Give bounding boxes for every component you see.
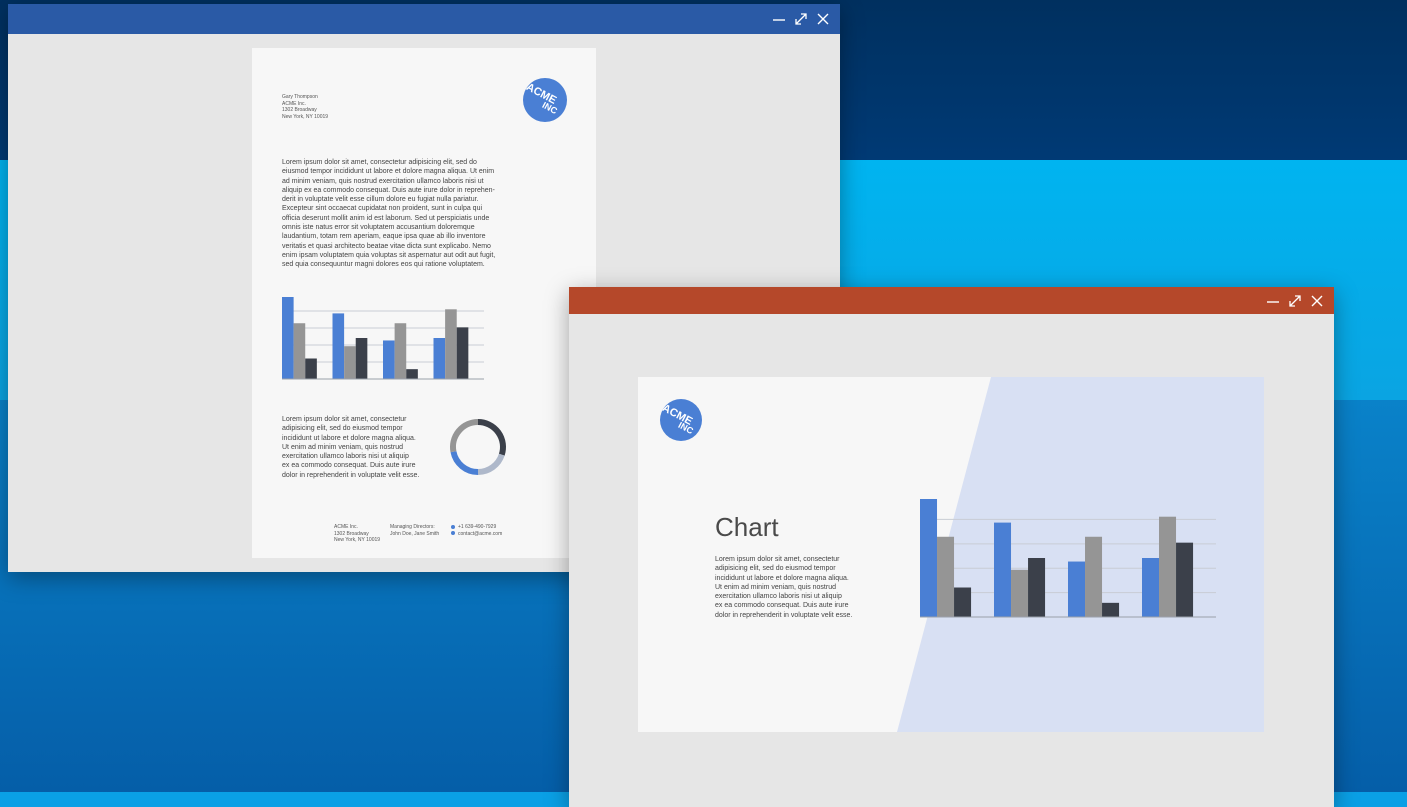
bar: [1011, 569, 1029, 617]
bar: [433, 338, 446, 379]
close-icon[interactable]: [1310, 294, 1324, 308]
acme-logo: ACME INC: [523, 78, 567, 122]
bar: [1102, 602, 1120, 617]
text-line: ex ea commodo consequat. Duis aute irure: [282, 462, 416, 470]
bar: [1085, 536, 1103, 617]
document-bar-chart: [282, 297, 484, 380]
minimize-icon[interactable]: [772, 12, 786, 26]
document-donut-chart: [450, 419, 506, 475]
text-line: Lorem ipsum dolor sit amet, consectetur: [715, 556, 840, 563]
window-controls: [1266, 287, 1324, 314]
footer-contact: +1 639-490-7929 contact@acme.com: [451, 524, 502, 537]
bar: [456, 327, 469, 379]
slide-title: Chart: [715, 512, 779, 542]
text-line: laudantium, totam rem aperiam, eaque ips…: [282, 233, 486, 241]
text-line: Lorem ipsum dolor sit amet, consectetur: [282, 416, 407, 423]
close-icon[interactable]: [816, 12, 830, 26]
footer-directors: Managing Directors: John Doe, Jane Smith: [390, 524, 439, 537]
address-line: New York, NY 10019: [282, 113, 329, 120]
bar: [344, 346, 356, 379]
text-line: derit in voluptate velit esse cillum dol…: [282, 196, 479, 204]
donut-slice: [477, 419, 506, 456]
text-line: exercitation ullamco laboris nisi ut ali…: [282, 453, 409, 461]
text-line: veritatis et quasi architecto beatae vit…: [282, 242, 491, 250]
bar: [1068, 561, 1086, 617]
phone-icon: [451, 524, 455, 529]
bar: [937, 536, 955, 617]
footer-company: ACME Inc. 1302 Broadway New York, NY 100…: [334, 524, 380, 544]
bar: [1176, 542, 1194, 617]
donut-slice: [477, 453, 505, 475]
minimize-icon[interactable]: [1266, 294, 1280, 308]
footer-email: contact@acme.com: [458, 530, 503, 537]
document-window-titlebar[interactable]: [8, 4, 840, 34]
text-line: dolor in reprehenderit in voluptate veli…: [715, 611, 853, 619]
text-line: officia deserunt mollit anim id est labo…: [282, 214, 490, 222]
email-icon: [451, 531, 455, 536]
bar: [1142, 558, 1160, 617]
document-caption-text: Lorem ipsum dolor sit amet, consectetur a…: [282, 415, 419, 480]
text-line: incididunt ut labore et dolore magna ali…: [282, 434, 416, 442]
text-line: eiusmod tempor incididunt ut labore et d…: [282, 168, 495, 176]
bar: [293, 323, 306, 379]
footer-line: Managing Directors:: [390, 524, 435, 530]
maximize-icon[interactable]: [1288, 294, 1302, 308]
logo-text-inc: INC: [540, 99, 559, 117]
acme-logo: ACME INC: [660, 399, 702, 441]
text-line: adipisicing elit, sed do eiusmod tempor: [715, 565, 836, 573]
text-line: ex ea commodo consequat. Duis aute irure: [715, 602, 849, 610]
text-line: Excepteur sint occaecat cupidatat non pr…: [282, 205, 483, 213]
text-line: adipisicing elit, sed do eiusmod tempor: [282, 425, 403, 433]
footer-phone: +1 639-490-7929: [458, 524, 497, 530]
bar: [394, 323, 407, 379]
bar: [355, 338, 368, 379]
bar: [954, 587, 972, 617]
bar: [282, 297, 294, 379]
slide-bar-chart: [920, 499, 1216, 618]
donut-slice: [450, 450, 479, 475]
bar: [920, 499, 938, 617]
text-line: dolor in reprehenderit in voluptate veli…: [282, 471, 420, 479]
footer-line: John Doe, Jane Smith: [390, 530, 440, 537]
bar: [1028, 558, 1046, 617]
window-controls: [772, 4, 830, 34]
document-body-text: Lorem ipsum dolor sit amet, consectetur …: [282, 158, 495, 270]
maximize-icon[interactable]: [794, 12, 808, 26]
text-line: incididunt ut labore et dolore magna ali…: [715, 574, 849, 582]
text-line: enim ipsam voluptatem quia voluptas sit …: [282, 251, 496, 259]
sender-address: Gary Thompson ACME Inc. 1302 Broadway Ne…: [282, 94, 328, 120]
footer-line: New York, NY 10019: [334, 537, 381, 543]
bar: [406, 369, 418, 379]
bar: [332, 313, 345, 379]
donut-slice: [450, 419, 479, 453]
text-line: Lorem ipsum dolor sit amet, consectetur …: [282, 159, 477, 166]
text-line: omnis iste natus error sit voluptatem ac…: [282, 224, 475, 232]
document-page: Gary Thompson ACME Inc. 1302 Broadway Ne…: [252, 48, 596, 558]
presentation-window: ACME INC Chart Lorem ipsum dolor sit ame…: [569, 287, 1334, 807]
bar: [1159, 516, 1177, 617]
text-line: exercitation ullamco laboris nisi ut ali…: [715, 593, 842, 601]
presentation-window-titlebar[interactable]: [569, 287, 1334, 314]
text-line: ad minim veniam, quis nostrud exercitati…: [282, 177, 484, 185]
bar: [305, 358, 317, 379]
bar: [445, 309, 457, 379]
logo-text-inc: INC: [676, 419, 695, 437]
logo-text-acme: ACME: [524, 81, 559, 107]
text-line: aliquip ex ea commodo consequat. Duis au…: [282, 186, 495, 194]
bar: [383, 340, 395, 379]
text-line: sed quia consequuntur magni dolores eos …: [282, 261, 485, 269]
bar: [994, 522, 1012, 617]
text-line: Ut enim ad minim veniam, quis nostrud: [715, 583, 836, 591]
slide-canvas[interactable]: ACME INC Chart Lorem ipsum dolor sit ame…: [638, 377, 1264, 732]
text-line: Ut enim ad minim veniam, quis nostrud: [282, 443, 403, 451]
slide-body-text: Lorem ipsum dolor sit amet, consectetur a…: [715, 555, 852, 620]
